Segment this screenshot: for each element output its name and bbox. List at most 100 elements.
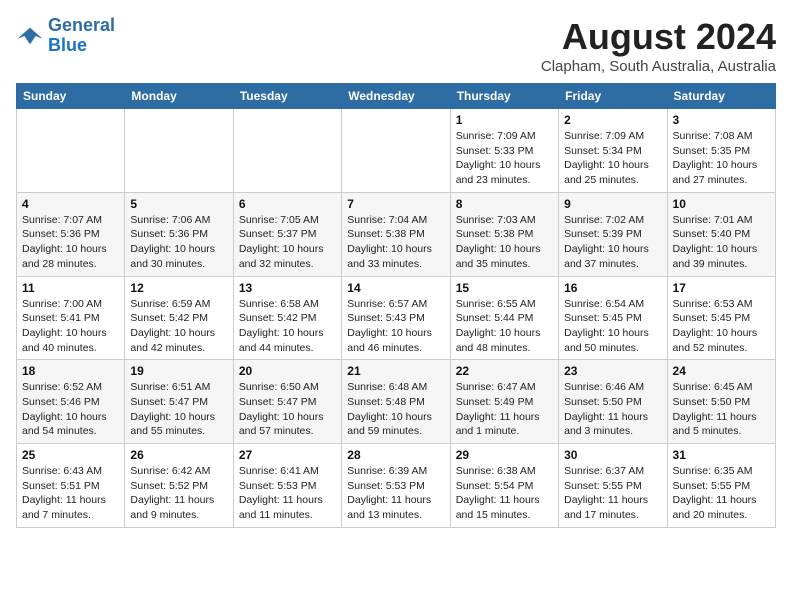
day-info: Sunrise: 6:54 AMSunset: 5:45 PMDaylight:… — [564, 297, 661, 356]
day-info: Sunrise: 7:04 AMSunset: 5:38 PMDaylight:… — [347, 213, 444, 272]
day-number: 18 — [22, 364, 119, 378]
day-number: 1 — [456, 113, 553, 127]
calendar-cell: 31 Sunrise: 6:35 AMSunset: 5:55 PMDayligh… — [667, 444, 775, 528]
day-info: Sunrise: 7:03 AMSunset: 5:38 PMDaylight:… — [456, 213, 553, 272]
calendar-cell: 12Sunrise: 6:59 AMSunset: 5:42 PMDayligh… — [125, 276, 233, 360]
weekday-header-thursday: Thursday — [450, 84, 558, 109]
day-number: 25 — [22, 448, 119, 462]
day-info: Sunrise: 6:37 AMSunset: 5:55 PMDaylight:… — [564, 464, 661, 523]
day-info: Sunrise: 7:07 AMSunset: 5:36 PMDaylight:… — [22, 213, 119, 272]
day-info: Sunrise: 6:50 AMSunset: 5:47 PMDaylight:… — [239, 380, 336, 439]
day-number: 20 — [239, 364, 336, 378]
calendar-cell: 29 Sunrise: 6:38 AMSunset: 5:54 PMDayligh… — [450, 444, 558, 528]
calendar-cell — [233, 109, 341, 193]
day-info: Sunrise: 7:09 AMSunset: 5:34 PMDaylight:… — [564, 129, 661, 188]
day-number: 4 — [22, 197, 119, 211]
month-title: August 2024 — [541, 16, 776, 58]
day-number: 17 — [673, 281, 770, 295]
day-info: Sunrise: 7:02 AMSunset: 5:39 PMDaylight:… — [564, 213, 661, 272]
day-info: Sunrise: 6:47 AMSunset: 5:49 PMDaylight:… — [456, 380, 553, 439]
weekday-header-monday: Monday — [125, 84, 233, 109]
day-info: Sunrise: 7:09 AMSunset: 5:33 PMDaylight:… — [456, 129, 553, 188]
calendar-cell: 2 Sunrise: 7:09 AMSunset: 5:34 PMDaylight… — [559, 109, 667, 193]
day-info: Sunrise: 7:08 AMSunset: 5:35 PMDaylight:… — [673, 129, 770, 188]
calendar-cell: 3Sunrise: 7:08 AMSunset: 5:35 PMDaylight… — [667, 109, 775, 193]
day-info: Sunrise: 7:00 AMSunset: 5:41 PMDaylight:… — [22, 297, 119, 356]
day-number: 29 — [456, 448, 553, 462]
day-info: Sunrise: 7:01 AMSunset: 5:40 PMDaylight:… — [673, 213, 770, 272]
day-number: 28 — [347, 448, 444, 462]
day-number: 22 — [456, 364, 553, 378]
day-info: Sunrise: 6:45 AMSunset: 5:50 PMDaylight:… — [673, 380, 770, 439]
day-info: Sunrise: 6:39 AMSunset: 5:53 PMDaylight:… — [347, 464, 444, 523]
calendar-cell: 10 Sunrise: 7:01 AMSunset: 5:40 PMDayligh… — [667, 192, 775, 276]
day-number: 2 — [564, 113, 661, 127]
calendar-cell: 27 Sunrise: 6:41 AMSunset: 5:53 PMDayligh… — [233, 444, 341, 528]
weekday-header-sunday: Sunday — [17, 84, 125, 109]
calendar-cell — [17, 109, 125, 193]
calendar-cell: 6 Sunrise: 7:05 AMSunset: 5:37 PMDaylight… — [233, 192, 341, 276]
calendar-cell: 9Sunrise: 7:02 AMSunset: 5:39 PMDaylight… — [559, 192, 667, 276]
calendar-cell: 13Sunrise: 6:58 AMSunset: 5:42 PMDayligh… — [233, 276, 341, 360]
weekday-header-wednesday: Wednesday — [342, 84, 450, 109]
calendar-cell: 17 Sunrise: 6:53 AMSunset: 5:45 PMDayligh… — [667, 276, 775, 360]
calendar-week-5: 25 Sunrise: 6:43 AMSunset: 5:51 PMDayligh… — [17, 444, 776, 528]
calendar-cell: 11 Sunrise: 7:00 AMSunset: 5:41 PMDayligh… — [17, 276, 125, 360]
day-number: 26 — [130, 448, 227, 462]
day-number: 21 — [347, 364, 444, 378]
day-info: Sunrise: 6:42 AMSunset: 5:52 PMDaylight:… — [130, 464, 227, 523]
calendar-week-2: 4 Sunrise: 7:07 AMSunset: 5:36 PMDaylight… — [17, 192, 776, 276]
calendar-cell: 26 Sunrise: 6:42 AMSunset: 5:52 PMDayligh… — [125, 444, 233, 528]
day-info: Sunrise: 6:41 AMSunset: 5:53 PMDaylight:… — [239, 464, 336, 523]
calendar-cell: 1 Sunrise: 7:09 AMSunset: 5:33 PMDaylight… — [450, 109, 558, 193]
day-info: Sunrise: 6:51 AMSunset: 5:47 PMDaylight:… — [130, 380, 227, 439]
day-info: Sunrise: 6:58 AMSunset: 5:42 PMDaylight:… — [239, 297, 336, 356]
day-number: 8 — [456, 197, 553, 211]
day-info: Sunrise: 6:52 AMSunset: 5:46 PMDaylight:… — [22, 380, 119, 439]
day-info: Sunrise: 6:53 AMSunset: 5:45 PMDaylight:… — [673, 297, 770, 356]
calendar-table: SundayMondayTuesdayWednesdayThursdayFrid… — [16, 83, 776, 528]
calendar-cell: 4 Sunrise: 7:07 AMSunset: 5:36 PMDaylight… — [17, 192, 125, 276]
weekday-header-tuesday: Tuesday — [233, 84, 341, 109]
day-info: Sunrise: 6:55 AMSunset: 5:44 PMDaylight:… — [456, 297, 553, 356]
day-info: Sunrise: 6:57 AMSunset: 5:43 PMDaylight:… — [347, 297, 444, 356]
page-header: General Blue August 2024 Clapham, South … — [16, 16, 776, 75]
day-number: 30 — [564, 448, 661, 462]
calendar-cell: 8 Sunrise: 7:03 AMSunset: 5:38 PMDaylight… — [450, 192, 558, 276]
day-number: 7 — [347, 197, 444, 211]
calendar-cell: 24 Sunrise: 6:45 AMSunset: 5:50 PMDayligh… — [667, 360, 775, 444]
day-info: Sunrise: 6:48 AMSunset: 5:48 PMDaylight:… — [347, 380, 444, 439]
calendar-cell: 18 Sunrise: 6:52 AMSunset: 5:46 PMDayligh… — [17, 360, 125, 444]
day-number: 5 — [130, 197, 227, 211]
day-info: Sunrise: 6:38 AMSunset: 5:54 PMDaylight:… — [456, 464, 553, 523]
day-info: Sunrise: 6:35 AMSunset: 5:55 PMDaylight:… — [673, 464, 770, 523]
calendar-cell: 30 Sunrise: 6:37 AMSunset: 5:55 PMDayligh… — [559, 444, 667, 528]
calendar-week-4: 18 Sunrise: 6:52 AMSunset: 5:46 PMDayligh… — [17, 360, 776, 444]
day-number: 27 — [239, 448, 336, 462]
day-number: 15 — [456, 281, 553, 295]
location-title: Clapham, South Australia, Australia — [541, 58, 776, 75]
day-number: 10 — [673, 197, 770, 211]
title-block: August 2024 Clapham, South Australia, Au… — [541, 16, 776, 75]
day-number: 23 — [564, 364, 661, 378]
weekday-header-row: SundayMondayTuesdayWednesdayThursdayFrid… — [17, 84, 776, 109]
day-info: Sunrise: 7:05 AMSunset: 5:37 PMDaylight:… — [239, 213, 336, 272]
calendar-cell: 5Sunrise: 7:06 AMSunset: 5:36 PMDaylight… — [125, 192, 233, 276]
day-number: 31 — [673, 448, 770, 462]
logo-text: General Blue — [48, 16, 115, 56]
day-number: 16 — [564, 281, 661, 295]
calendar-cell: 28 Sunrise: 6:39 AMSunset: 5:53 PMDayligh… — [342, 444, 450, 528]
calendar-cell: 22 Sunrise: 6:47 AMSunset: 5:49 PMDayligh… — [450, 360, 558, 444]
day-info: Sunrise: 6:46 AMSunset: 5:50 PMDaylight:… — [564, 380, 661, 439]
weekday-header-saturday: Saturday — [667, 84, 775, 109]
calendar-cell — [342, 109, 450, 193]
day-number: 12 — [130, 281, 227, 295]
day-number: 6 — [239, 197, 336, 211]
day-info: Sunrise: 6:43 AMSunset: 5:51 PMDaylight:… — [22, 464, 119, 523]
calendar-cell: 19 Sunrise: 6:51 AMSunset: 5:47 PMDayligh… — [125, 360, 233, 444]
day-number: 24 — [673, 364, 770, 378]
calendar-cell: 14Sunrise: 6:57 AMSunset: 5:43 PMDayligh… — [342, 276, 450, 360]
day-number: 19 — [130, 364, 227, 378]
logo-icon — [16, 22, 44, 50]
day-number: 11 — [22, 281, 119, 295]
